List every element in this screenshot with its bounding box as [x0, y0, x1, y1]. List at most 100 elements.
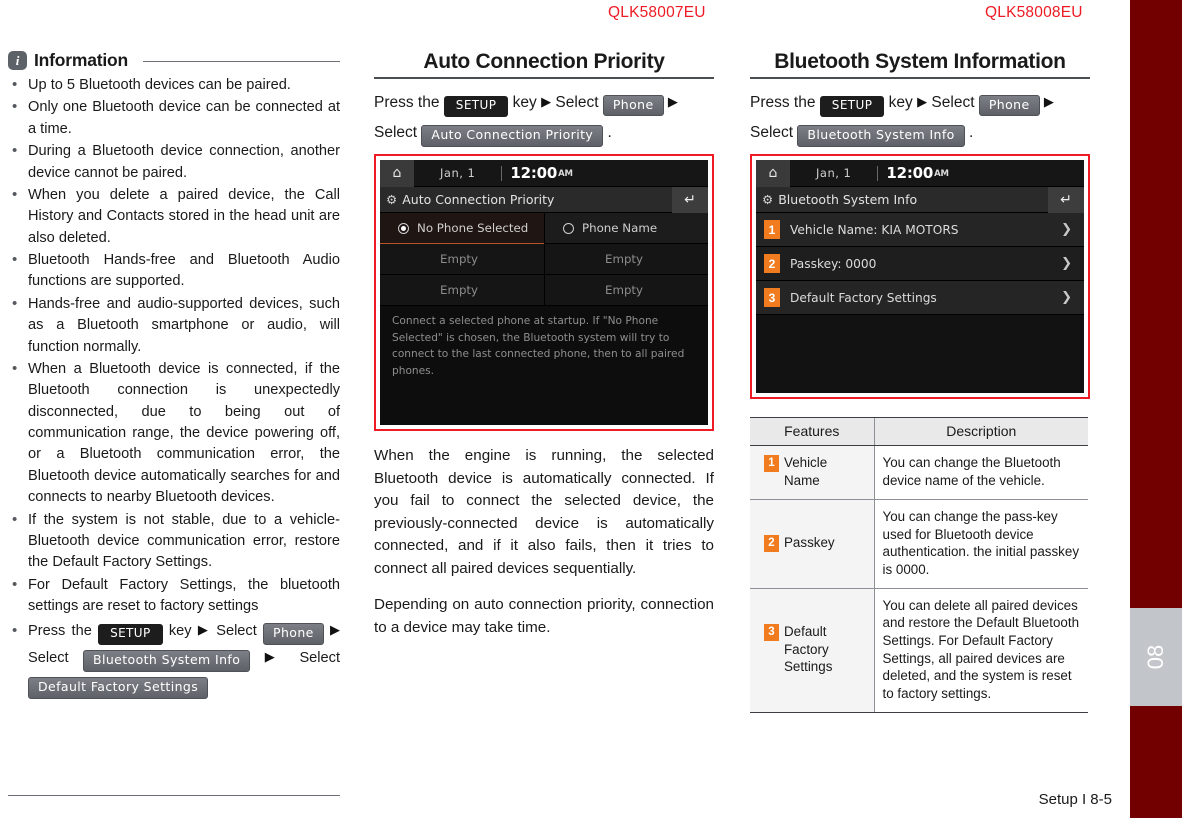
- description-cell: You can change the pass-key used for Blu…: [873, 499, 1088, 589]
- callout-badge-1: 1: [764, 220, 780, 240]
- section-title-auto-connection-priority: Auto Connection Priority: [423, 50, 665, 73]
- features-table: Features Description 1 Vehicle Name You …: [750, 417, 1088, 713]
- page-footer: Setup I 8-5: [1038, 791, 1112, 808]
- setup-key-chip[interactable]: SETUP: [443, 96, 509, 117]
- select-label: Select: [374, 124, 418, 142]
- device-screen-auto-connection-priority: ⌂ Jan, 1 12:00AM ⚙ Auto Connection Prior…: [380, 159, 708, 426]
- table-row: 3 Default Factory Settings You can delet…: [750, 588, 1088, 713]
- left-column: i Information Up to 5 Bluetooth devices …: [8, 50, 340, 700]
- arrow-icon: ▶: [667, 94, 678, 109]
- radio-selected-icon: [398, 222, 409, 234]
- status-separator: [877, 165, 879, 181]
- list-item: Hands-free and audio-supported devices, …: [8, 293, 340, 358]
- period: .: [607, 124, 612, 142]
- priority-grid: No Phone Selected Phone Name Empty Empty…: [380, 213, 708, 307]
- gear-icon: ⚙: [762, 192, 774, 208]
- arrow-icon: ▶: [1043, 94, 1054, 109]
- screen-title-bar: ⚙ Bluetooth System Info ↵: [756, 186, 1084, 214]
- radio-unselected-icon: [563, 222, 574, 234]
- status-time: 12:00AM: [510, 164, 573, 183]
- status-date: Jan, 1: [816, 166, 852, 181]
- list-item: For Default Factory Settings, the blueto…: [8, 574, 340, 618]
- arrow-icon: ▶: [917, 94, 928, 109]
- feature-cell: 1 Vehicle Name: [750, 445, 874, 500]
- back-arrow-icon[interactable]: ↵: [672, 186, 708, 213]
- select-label: Select: [931, 94, 975, 111]
- key-label: key: [512, 94, 537, 111]
- priority-option-phone-name[interactable]: Phone Name: [544, 213, 708, 245]
- list-item: When a Bluetooth device is connected, if…: [8, 358, 340, 509]
- select-label: Select: [28, 650, 69, 667]
- setup-key-chip[interactable]: SETUP: [98, 624, 163, 646]
- bluetooth-system-info-chip[interactable]: Bluetooth System Info: [82, 650, 251, 672]
- gear-icon: ⚙: [386, 192, 398, 208]
- time-ampm: AM: [934, 169, 949, 180]
- back-arrow-icon[interactable]: ↵: [1048, 186, 1084, 213]
- feature-label: Default Factory Settings: [784, 624, 833, 675]
- header-divider: [143, 61, 340, 62]
- time-ampm: AM: [558, 169, 573, 180]
- chevron-right-icon: ❯: [1061, 256, 1072, 272]
- left-column-bottom-divider: [8, 795, 340, 796]
- callout-badge-3: 3: [764, 624, 779, 642]
- home-icon[interactable]: ⌂: [380, 159, 414, 187]
- press-the-label: Press the: [28, 623, 92, 640]
- press-the-label: Press the: [374, 94, 440, 111]
- list-item-vehicle-name[interactable]: 1 Vehicle Name: KIA MOTORS ❯: [756, 213, 1084, 248]
- bluetooth-system-info-chip[interactable]: Bluetooth System Info: [797, 125, 965, 147]
- table-row: 1 Vehicle Name You can change the Blueto…: [750, 445, 1088, 500]
- time-value: 12:00: [886, 164, 934, 183]
- screenshot-frame-bluetooth-system-info: ⌂ Jan, 1 12:00AM ⚙ Bluetooth System Info…: [750, 154, 1090, 400]
- priority-option-no-phone-selected[interactable]: No Phone Selected: [380, 213, 544, 245]
- callout-badge-3: 3: [764, 288, 780, 308]
- phone-menu-chip[interactable]: Phone: [263, 623, 324, 645]
- callout-badge-1: 1: [764, 455, 779, 473]
- info-icon: i: [8, 51, 27, 70]
- phone-menu-chip[interactable]: Phone: [978, 95, 1040, 117]
- column-header-description: Description: [873, 417, 1088, 447]
- settings-list: 1 Vehicle Name: KIA MOTORS ❯ 2 Passkey: …: [756, 213, 1084, 316]
- priority-slot-empty[interactable]: Empty: [544, 275, 708, 307]
- select-label: Select: [299, 650, 340, 667]
- status-bar: ⌂ Jan, 1 12:00AM: [756, 159, 1084, 188]
- select-label: Select: [216, 623, 257, 640]
- list-item-navigation-path: Press the SETUP key ▶ Select Phone ▶ Sel…: [8, 617, 340, 699]
- screenshot-frame-auto-connection-priority: ⌂ Jan, 1 12:00AM ⚙ Auto Connection Prior…: [374, 154, 714, 432]
- screen-title-bar: ⚙ Auto Connection Priority ↵: [380, 186, 708, 214]
- option-label: Phone Name: [582, 221, 658, 236]
- table-row: 2 Passkey You can change the pass-key us…: [750, 499, 1088, 589]
- list-item-default-factory-settings[interactable]: 3 Default Factory Settings ❯: [756, 281, 1084, 316]
- time-value: 12:00: [510, 164, 558, 183]
- column-header-features: Features: [750, 417, 874, 447]
- chapter-spine: 08: [1130, 0, 1182, 818]
- auto-connection-priority-chip[interactable]: Auto Connection Priority: [421, 125, 604, 147]
- setup-key-chip[interactable]: SETUP: [819, 96, 885, 117]
- select-label: Select: [555, 94, 599, 111]
- priority-slot-empty[interactable]: Empty: [380, 244, 544, 276]
- phone-menu-chip[interactable]: Phone: [602, 95, 664, 117]
- status-date: Jan, 1: [440, 166, 476, 181]
- table-header-row: Features Description: [750, 417, 1088, 447]
- figure-code-right: QLK58008EU: [985, 4, 1083, 21]
- list-item-label: Vehicle Name: KIA MOTORS: [790, 222, 959, 237]
- feature-label: Vehicle Name: [784, 455, 828, 489]
- chapter-tab: 08: [1130, 608, 1182, 706]
- priority-slot-empty[interactable]: Empty: [380, 275, 544, 307]
- list-item-passkey[interactable]: 2 Passkey: 0000 ❯: [756, 247, 1084, 282]
- section-divider: [374, 77, 714, 79]
- priority-slot-empty[interactable]: Empty: [544, 244, 708, 276]
- section-divider: [750, 77, 1090, 79]
- screen-title: Auto Connection Priority: [402, 192, 555, 208]
- press-the-label: Press the: [750, 94, 816, 111]
- information-title: Information: [34, 50, 129, 70]
- option-label: No Phone Selected: [417, 221, 529, 236]
- arrow-icon: ▶: [541, 94, 552, 109]
- feature-label: Passkey: [784, 535, 835, 551]
- arrow-icon: ▶: [197, 622, 210, 638]
- home-icon[interactable]: ⌂: [756, 159, 790, 187]
- default-factory-settings-chip[interactable]: Default Factory Settings: [28, 677, 209, 699]
- list-item: Bluetooth Hands-free and Bluetooth Audio…: [8, 249, 340, 293]
- middle-column: Auto Connection Priority Press the SETUP…: [374, 50, 714, 639]
- section-title-bluetooth-system-information: Bluetooth System Information: [774, 50, 1066, 73]
- screen-filler: [380, 379, 708, 426]
